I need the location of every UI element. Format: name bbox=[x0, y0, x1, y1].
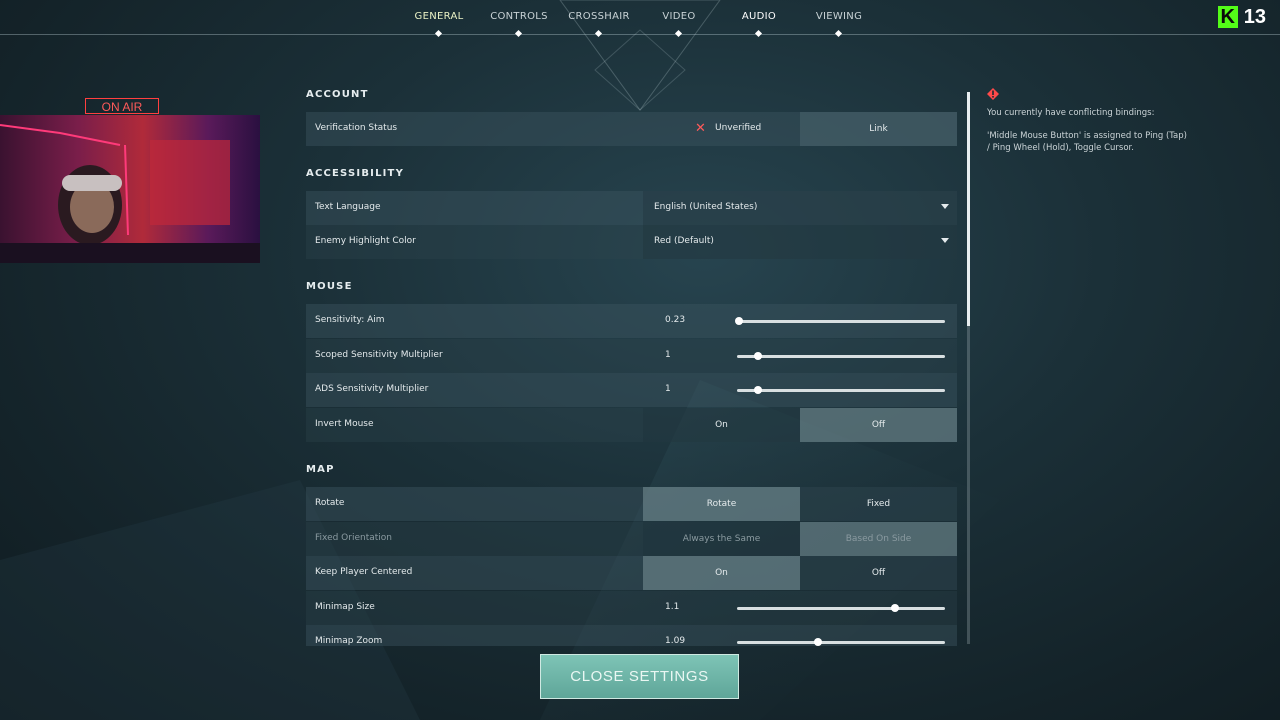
kick-logo-icon: K bbox=[1217, 6, 1238, 28]
on-air-sign: ON AIR bbox=[85, 98, 159, 114]
tab-indicator bbox=[594, 29, 603, 38]
minimap-size-slider[interactable] bbox=[737, 604, 945, 612]
keep-centered-label: Keep Player Centered bbox=[315, 567, 413, 577]
minimap-size-value[interactable]: 1.1 bbox=[665, 602, 679, 612]
tab-controls-label: CONTROLS bbox=[490, 11, 548, 22]
enemy-color-label: Enemy Highlight Color bbox=[315, 236, 416, 246]
tab-crosshair[interactable]: CROSSHAIR bbox=[554, 11, 644, 38]
row-ads-sensitivity: ADS Sensitivity Multiplier 1 bbox=[306, 373, 957, 407]
minimap-zoom-label: Minimap Zoom bbox=[315, 636, 383, 646]
tab-indicator bbox=[514, 29, 523, 38]
brand-badge: K 13 bbox=[1217, 4, 1266, 30]
text-language-label: Text Language bbox=[315, 202, 381, 212]
tab-video-label: VIDEO bbox=[662, 11, 696, 22]
slider-thumb[interactable] bbox=[753, 386, 762, 394]
keep-centered-on-button[interactable]: On bbox=[643, 556, 800, 590]
caret-down-icon bbox=[941, 204, 949, 209]
tab-indicator bbox=[674, 29, 683, 38]
tab-viewing-label: VIEWING bbox=[815, 11, 863, 22]
webcam-image bbox=[0, 124, 260, 263]
always-same-button: Always the Same bbox=[643, 522, 800, 556]
ads-label: ADS Sensitivity Multiplier bbox=[315, 384, 429, 394]
webcam-overlay bbox=[0, 115, 260, 263]
sens-aim-label: Sensitivity: Aim bbox=[315, 315, 385, 325]
warning-line-1: You currently have conflicting bindings: bbox=[987, 108, 1155, 118]
row-invert-mouse: Invert Mouse On Off bbox=[306, 408, 957, 442]
section-mouse-title: MOUSE bbox=[306, 281, 353, 292]
tab-video[interactable]: VIDEO bbox=[634, 11, 724, 38]
nav-divider bbox=[0, 34, 1280, 35]
scoped-label: Scoped Sensitivity Multiplier bbox=[315, 350, 443, 360]
caret-down-icon bbox=[941, 238, 949, 243]
row-scoped-sensitivity: Scoped Sensitivity Multiplier 1 bbox=[306, 339, 957, 373]
link-button[interactable]: Link bbox=[800, 112, 957, 146]
sens-aim-value[interactable]: 0.23 bbox=[665, 315, 685, 325]
minimap-zoom-slider[interactable] bbox=[737, 638, 945, 646]
scoped-value[interactable]: 1 bbox=[665, 350, 671, 360]
row-minimap-size: Minimap Size 1.1 bbox=[306, 591, 957, 625]
row-rotate: Rotate Rotate Fixed bbox=[306, 487, 957, 521]
invert-on-button[interactable]: On bbox=[643, 408, 800, 442]
minimap-size-label: Minimap Size bbox=[315, 602, 375, 612]
ads-value[interactable]: 1 bbox=[665, 384, 671, 394]
row-verification-status: Verification Status ✕ Unverified Link bbox=[306, 112, 957, 146]
scoped-slider[interactable] bbox=[737, 352, 945, 360]
scrollbar-thumb[interactable] bbox=[967, 92, 970, 326]
tab-general-label: GENERAL bbox=[414, 11, 464, 22]
top-nav: GENERAL CONTROLS CROSSHAIR VIDEO AUDIO V… bbox=[0, 0, 1280, 38]
conflict-warning: You currently have conflicting bindings:… bbox=[987, 107, 1187, 165]
tab-viewing[interactable]: VIEWING bbox=[794, 11, 884, 38]
verification-value: Unverified bbox=[715, 123, 762, 133]
error-x-icon: ✕ bbox=[695, 121, 706, 136]
minimap-zoom-value[interactable]: 1.09 bbox=[665, 636, 685, 646]
text-language-dropdown[interactable]: English (United States) bbox=[643, 191, 957, 225]
slider-thumb[interactable] bbox=[891, 604, 900, 612]
fixed-option-button[interactable]: Fixed bbox=[800, 487, 957, 521]
based-on-side-button: Based On Side bbox=[800, 522, 957, 556]
slider-thumb[interactable] bbox=[753, 352, 762, 360]
enemy-color-value: Red (Default) bbox=[654, 236, 714, 246]
invert-off-button[interactable]: Off bbox=[800, 408, 957, 442]
row-enemy-highlight: Enemy Highlight Color Red (Default) bbox=[306, 225, 957, 259]
brand-count: 13 bbox=[1243, 5, 1266, 28]
enemy-color-dropdown[interactable]: Red (Default) bbox=[643, 225, 957, 259]
text-language-value: English (United States) bbox=[654, 202, 758, 212]
warning-icon bbox=[987, 88, 999, 100]
row-sensitivity-aim: Sensitivity: Aim 0.23 bbox=[306, 304, 957, 338]
rotate-label: Rotate bbox=[315, 498, 345, 508]
verification-status: ✕ Unverified bbox=[643, 112, 800, 146]
section-account-title: ACCOUNT bbox=[306, 89, 369, 100]
section-accessibility-title: ACCESSIBILITY bbox=[306, 168, 405, 179]
settings-scrollbar[interactable] bbox=[967, 92, 970, 644]
tab-indicator bbox=[834, 29, 843, 38]
row-text-language: Text Language English (United States) bbox=[306, 191, 957, 225]
tab-audio[interactable]: AUDIO bbox=[714, 11, 804, 38]
sens-aim-slider[interactable] bbox=[735, 317, 945, 325]
tab-controls[interactable]: CONTROLS bbox=[474, 11, 564, 38]
section-map-title: MAP bbox=[306, 464, 335, 475]
ads-slider[interactable] bbox=[737, 386, 945, 394]
keep-centered-off-button[interactable]: Off bbox=[800, 556, 957, 590]
slider-thumb[interactable] bbox=[735, 317, 744, 325]
row-keep-centered: Keep Player Centered On Off bbox=[306, 556, 957, 590]
settings-panel: ACCOUNT Verification Status ✕ Unverified… bbox=[306, 84, 957, 646]
rotate-option-button[interactable]: Rotate bbox=[643, 487, 800, 521]
tab-indicator bbox=[754, 29, 763, 38]
tab-crosshair-label: CROSSHAIR bbox=[568, 11, 630, 22]
fixed-orient-label: Fixed Orientation bbox=[315, 533, 392, 543]
verification-label: Verification Status bbox=[315, 123, 398, 133]
tab-indicator bbox=[434, 29, 443, 38]
invert-label: Invert Mouse bbox=[315, 419, 374, 429]
warning-line-2: 'Middle Mouse Button' is assigned to Pin… bbox=[987, 130, 1187, 154]
close-settings-button[interactable]: CLOSE SETTINGS bbox=[540, 654, 739, 699]
slider-thumb[interactable] bbox=[814, 638, 823, 646]
row-fixed-orientation: Fixed Orientation Always the Same Based … bbox=[306, 522, 957, 556]
tab-general[interactable]: GENERAL bbox=[394, 11, 484, 38]
row-minimap-zoom: Minimap Zoom 1.09 bbox=[306, 625, 957, 646]
tab-audio-label: AUDIO bbox=[741, 11, 777, 22]
